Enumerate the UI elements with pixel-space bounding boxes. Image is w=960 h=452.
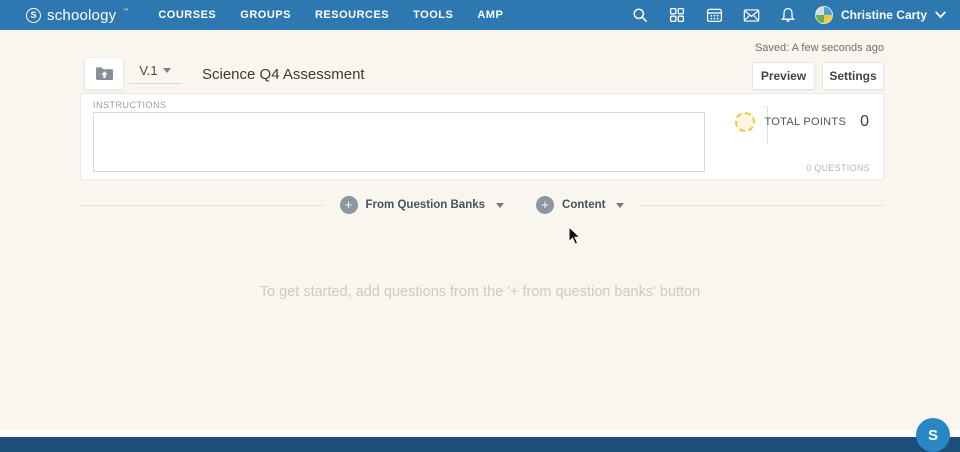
plus-icon: +	[340, 196, 358, 214]
avatar	[815, 6, 833, 24]
logo-text: schoology	[47, 7, 116, 24]
main-nav: COURSES GROUPS RESOURCES TOOLS AMP	[158, 9, 503, 21]
preview-button[interactable]: Preview	[752, 62, 815, 90]
add-content-label: Content	[562, 199, 605, 211]
instructions-label: INSTRUCTIONS	[93, 100, 167, 110]
apps-grid-icon[interactable]	[669, 7, 686, 24]
caret-down-icon	[616, 203, 624, 208]
user-name: Christine Carty	[841, 8, 927, 22]
total-points-label: TOTAL POINTS	[764, 116, 846, 128]
nav-icons	[632, 7, 797, 24]
instructions-input[interactable]	[93, 112, 705, 172]
divider-line	[80, 205, 324, 206]
nav-item-amp[interactable]: AMP	[477, 9, 503, 21]
saved-status: Saved: A few seconds ago	[755, 42, 884, 54]
page: S schoology ™ COURSES GROUPS RESOURCES T…	[0, 0, 960, 452]
empty-state-message: To get started, add questions from the '…	[0, 284, 960, 300]
search-icon[interactable]	[632, 7, 649, 24]
top-navbar: S schoology ™ COURSES GROUPS RESOURCES T…	[0, 0, 960, 30]
messages-icon[interactable]	[743, 7, 760, 24]
trademark-mark: ™	[123, 8, 128, 14]
chevron-down-icon	[935, 11, 946, 19]
notifications-bell-icon[interactable]	[780, 7, 797, 24]
schoology-logo[interactable]: S schoology ™	[26, 7, 128, 24]
add-content-button[interactable]: + Content	[536, 196, 624, 214]
support-fab[interactable]: S	[916, 418, 950, 452]
add-from-question-banks-button[interactable]: + From Question Banks	[340, 196, 505, 214]
folder-up-icon	[95, 66, 114, 81]
points-progress-circle	[735, 112, 755, 132]
calendar-icon[interactable]	[706, 7, 723, 24]
questions-count: 0 QUESTIONS	[806, 163, 870, 173]
settings-button[interactable]: Settings	[822, 62, 884, 90]
export-folder-button[interactable]	[84, 57, 124, 90]
plus-icon: +	[536, 196, 554, 214]
divider-line	[640, 205, 884, 206]
version-dropdown[interactable]: V.1	[129, 63, 181, 84]
footer-bar	[0, 437, 960, 452]
nav-item-tools[interactable]: TOOLS	[413, 9, 453, 21]
user-menu[interactable]: Christine Carty	[815, 6, 946, 24]
caret-down-icon	[496, 203, 504, 208]
schoology-logo-icon: S	[26, 8, 41, 23]
version-label: V.1	[139, 63, 157, 78]
caret-down-icon	[163, 68, 171, 73]
nav-item-courses[interactable]: COURSES	[158, 9, 216, 21]
mouse-cursor	[568, 226, 583, 247]
add-from-question-banks-label: From Question Banks	[366, 199, 486, 211]
assessment-title[interactable]: Science Q4 Assessment	[202, 66, 365, 83]
total-points: TOTAL POINTS 0	[764, 113, 869, 131]
total-points-value: 0	[860, 113, 869, 131]
nav-item-groups[interactable]: GROUPS	[240, 9, 291, 21]
footer-strip	[0, 430, 960, 437]
assessment-summary-card: INSTRUCTIONS TOTAL POINTS 0 0 QUESTIONS	[80, 93, 884, 180]
add-row: + From Question Banks + Content	[80, 196, 884, 214]
nav-item-resources[interactable]: RESOURCES	[315, 9, 389, 21]
